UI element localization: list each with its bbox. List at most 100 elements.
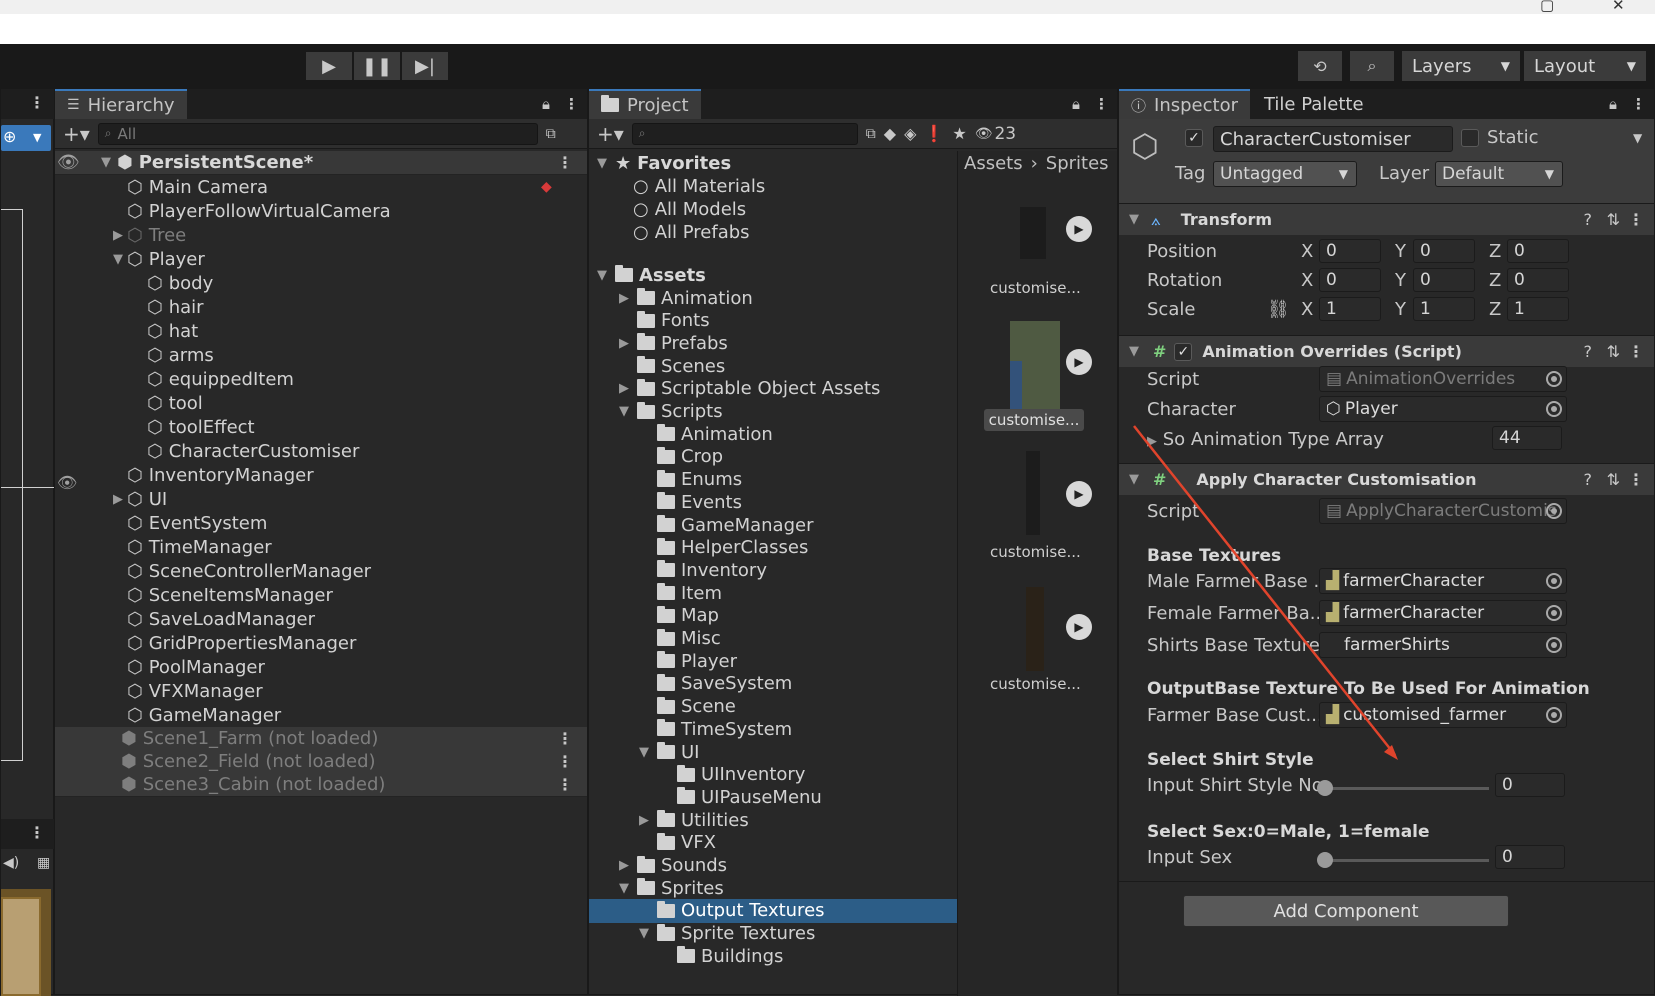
hierarchy-search-input[interactable]: ⌕ All xyxy=(97,122,538,145)
layer-dropdown[interactable]: Default ▼ xyxy=(1435,161,1563,187)
scale-z-field[interactable]: 1 xyxy=(1507,297,1569,321)
kebab-icon[interactable]: ⋮ xyxy=(557,153,573,172)
object-picker-icon[interactable] xyxy=(1546,573,1562,589)
hierarchy-item[interactable]: ⬡ equippedItem xyxy=(55,367,294,391)
scale-y-field[interactable]: 1 xyxy=(1413,297,1475,321)
favorite-item[interactable]: ○ All Prefabs xyxy=(589,220,750,244)
project-folder-item[interactable]: HelperClasses xyxy=(589,536,808,560)
hierarchy-item[interactable]: ⬡ tool xyxy=(55,391,203,415)
expand-arrow-icon[interactable]: ▼ xyxy=(595,156,609,171)
sprite-thumb-3[interactable] xyxy=(1026,451,1040,535)
lock-icon[interactable]: 🔒︎ xyxy=(542,95,550,113)
scene-row-unloaded[interactable]: ⬢ Scene1_Farm (not loaded) ⋮ xyxy=(55,727,587,751)
hierarchy-item[interactable]: ⬡ toolEffect xyxy=(55,415,255,439)
project-folder-item[interactable]: ▶ Animation xyxy=(589,286,753,310)
open-window-icon[interactable]: ⧉ xyxy=(546,126,556,142)
pause-button[interactable]: ❚❚ xyxy=(354,52,400,80)
eye-icon[interactable]: 👁︎ xyxy=(57,473,77,492)
favorite-star-icon[interactable]: ★ xyxy=(952,124,966,143)
shirts-base-field[interactable]: farmerShirts xyxy=(1319,632,1567,658)
thumb-label-4[interactable]: customise... xyxy=(990,675,1081,693)
expand-arrow-icon[interactable]: ▶ xyxy=(111,492,125,507)
project-folder-item[interactable]: Crop xyxy=(589,445,723,469)
help-icon[interactable]: ? xyxy=(1584,342,1593,361)
gizmo-toggle[interactable]: ⊕ ▼ xyxy=(1,125,51,151)
help-icon[interactable]: ? xyxy=(1584,210,1593,229)
project-folder-item[interactable]: TimeSystem xyxy=(589,717,792,741)
sex-slider[interactable] xyxy=(1325,859,1489,862)
animation-overrides-header[interactable]: ▼ # ✓ Animation Overrides (Script) ? ⇅ ⋮ xyxy=(1119,335,1654,367)
project-folder-item[interactable]: ▶ Sounds xyxy=(589,854,727,878)
sprite-thumb-4[interactable] xyxy=(1026,587,1044,671)
hierarchy-item[interactable]: ⬡ SceneItemsManager xyxy=(55,583,333,607)
project-folder-item[interactable]: Inventory xyxy=(589,558,767,582)
tag-dropdown[interactable]: Untagged ▼ xyxy=(1213,161,1357,187)
hierarchy-item[interactable]: ⬡ hair xyxy=(55,295,204,319)
project-folder-item[interactable]: Enums xyxy=(589,468,742,492)
project-folder-item[interactable]: Events xyxy=(589,490,742,514)
expand-arrow-icon[interactable]: ▼ xyxy=(637,745,651,760)
hierarchy-item[interactable]: ⬡ PoolManager xyxy=(55,655,265,679)
kebab-icon[interactable]: ⋮ xyxy=(29,823,45,842)
hierarchy-item[interactable]: ⬡ SaveLoadManager xyxy=(55,607,315,631)
expand-arrow-icon[interactable]: ▼ xyxy=(617,404,631,419)
object-name-field[interactable]: CharacterCustomiser xyxy=(1213,126,1453,152)
project-folder-item[interactable]: Item xyxy=(589,581,722,605)
kebab-icon[interactable]: ⋮ xyxy=(1094,95,1109,113)
active-checkbox[interactable]: ✓ xyxy=(1185,129,1203,147)
hierarchy-item[interactable]: ▶ ⬡ Tree xyxy=(55,223,186,247)
array-foldout[interactable]: ▶ So Animation Type Array xyxy=(1147,429,1384,450)
search-button[interactable]: ⌕ xyxy=(1350,51,1394,81)
play-button[interactable]: ▶ xyxy=(306,52,352,80)
kebab-icon[interactable]: ⋮ xyxy=(564,95,579,113)
array-size-field[interactable]: 44 xyxy=(1492,426,1562,450)
constrain-proportions-icon[interactable]: ⛓ xyxy=(1267,299,1290,320)
add-icon[interactable]: +▾ xyxy=(597,122,624,146)
chevron-down-icon[interactable]: ▼ xyxy=(1633,131,1642,145)
expand-arrow-icon[interactable]: ▶ xyxy=(111,228,125,243)
position-y-field[interactable]: 0 xyxy=(1413,239,1475,263)
hierarchy-item[interactable]: ⬡ PlayerFollowVirtualCamera xyxy=(55,199,391,223)
project-folder-item[interactable]: UIPauseMenu xyxy=(589,785,822,809)
step-button[interactable]: ▶| xyxy=(402,52,448,80)
expand-arrow-icon[interactable]: ▼ xyxy=(637,926,651,941)
hierarchy-item[interactable]: ⬡ CharacterCustomiser xyxy=(55,439,359,463)
hierarchy-item[interactable]: ⬡ GridPropertiesManager xyxy=(55,631,356,655)
label-filter-icon[interactable]: ◈ xyxy=(904,124,916,143)
kebab-icon[interactable]: ⋮ xyxy=(29,93,45,112)
project-folder-item[interactable]: GameManager xyxy=(589,513,814,537)
project-folder-item[interactable]: Map xyxy=(589,604,719,628)
hierarchy-item[interactable]: ⬡ GameManager xyxy=(55,703,281,727)
kebab-icon[interactable]: ⋮ xyxy=(1628,470,1644,489)
static-checkbox[interactable] xyxy=(1461,129,1479,147)
hierarchy-item[interactable]: ⬡ hat xyxy=(55,319,198,343)
kebab-icon[interactable]: ⋮ xyxy=(1628,210,1644,229)
play-sprite-icon[interactable]: ▶ xyxy=(1066,349,1092,375)
project-folder-item[interactable]: Misc xyxy=(589,627,721,651)
kebab-icon[interactable]: ⋮ xyxy=(1631,95,1646,113)
audio-icon[interactable]: ◀) xyxy=(3,855,19,871)
lock-icon[interactable]: 🔒︎ xyxy=(1609,95,1617,113)
female-base-field[interactable]: ▟ farmerCharacter xyxy=(1319,600,1567,626)
male-base-field[interactable]: ▟ farmerCharacter xyxy=(1319,568,1567,594)
rotation-y-field[interactable]: 0 xyxy=(1413,268,1475,292)
expand-arrow-icon[interactable]: ▼ xyxy=(617,881,631,896)
hierarchy-item[interactable]: ⬡ VFXManager xyxy=(55,679,263,703)
kebab-icon[interactable]: ⋮ xyxy=(557,729,573,748)
project-folder-item[interactable]: ▼ Sprite Textures xyxy=(589,922,815,946)
favorites-row[interactable]: ▼ ★ Favorites xyxy=(589,151,731,175)
lock-icon[interactable]: 🔒︎ xyxy=(1072,95,1080,113)
apply-customisation-header[interactable]: ▼ # Apply Character Customisation ? ⇅ ⋮ xyxy=(1119,463,1654,495)
output-base-field[interactable]: ▟ customised_farmer xyxy=(1319,702,1567,728)
expand-arrow-icon[interactable]: ▶ xyxy=(617,291,631,306)
scale-x-field[interactable]: 1 xyxy=(1319,297,1381,321)
object-picker-icon[interactable] xyxy=(1546,605,1562,621)
preset-icon[interactable]: ⇅ xyxy=(1607,470,1620,489)
grid-icon[interactable]: ▦ xyxy=(37,855,50,871)
expand-arrow-icon[interactable]: ▼ xyxy=(111,252,125,267)
sprite-thumb-1[interactable] xyxy=(1020,207,1046,259)
type-filter-icon[interactable]: ◆ xyxy=(884,124,896,143)
character-field[interactable]: ⬡ Player xyxy=(1319,396,1567,422)
project-folder-item[interactable]: Buildings xyxy=(589,944,783,968)
favorite-item[interactable]: ○ All Materials xyxy=(589,174,765,198)
